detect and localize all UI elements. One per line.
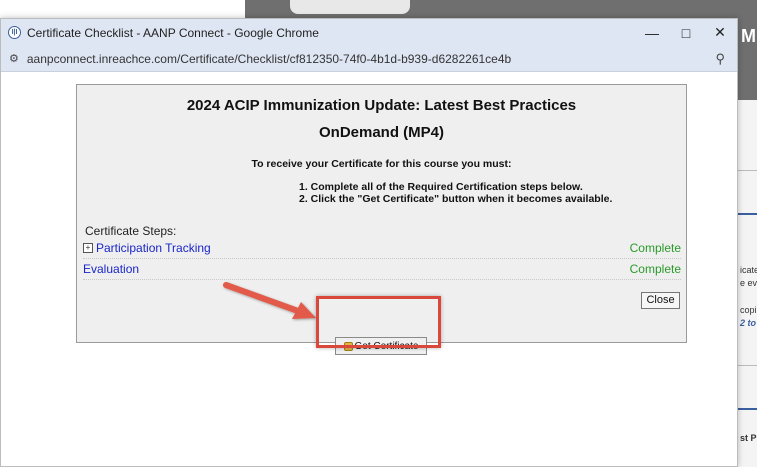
step-name[interactable]: Evaluation <box>83 262 139 276</box>
requirement-1: 1. Complete all of the Required Certific… <box>299 181 583 193</box>
url-text[interactable]: aanpconnect.inreachce.com/Certificate/Ch… <box>27 52 716 66</box>
step-link-participation[interactable]: + Participation Tracking <box>83 241 211 255</box>
zoom-icon[interactable]: ⚲ <box>715 51 725 67</box>
address-bar: ⚙ aanpconnect.inreachce.com/Certificate/… <box>1 46 737 72</box>
requirement-2: 2. Click the "Get Certificate" button wh… <box>299 193 613 205</box>
background-app-tab <box>290 0 410 14</box>
step-row-evaluation: Evaluation Complete <box>83 259 681 280</box>
course-title-line-2: OnDemand (MP4) <box>318 124 444 141</box>
step-row-participation: + Participation Tracking Complete <box>83 238 681 259</box>
close-window-icon[interactable]: ✕ <box>703 24 737 41</box>
course-title-line-1: 2024 ACIP Immunization Update: Latest Be… <box>186 97 577 114</box>
close-button[interactable]: Close <box>641 292 680 309</box>
background-snippet: icate <box>740 265 757 275</box>
maximize-icon[interactable]: □ <box>669 25 703 41</box>
site-favicon-icon: I|I <box>8 26 21 39</box>
expand-plus-icon[interactable]: + <box>83 243 93 253</box>
background-app-letter: M <box>741 26 756 46</box>
background-snippet: e ev <box>740 278 757 288</box>
instructions-text: To receive your Certificate for this cou… <box>251 158 512 170</box>
background-snippet: st P <box>740 433 757 443</box>
window-title: Certificate Checklist - AANP Connect - G… <box>27 25 319 40</box>
steps-label: Certificate Steps: <box>85 224 177 238</box>
step-status: Complete <box>629 262 681 276</box>
site-settings-icon[interactable]: ⚙ <box>9 52 19 65</box>
requirements-list: 1. Complete all of the Required Certific… <box>299 181 686 205</box>
step-status: Complete <box>629 241 681 255</box>
background-accent-line <box>738 408 757 410</box>
background-divider <box>738 170 757 171</box>
background-divider <box>738 365 757 366</box>
minimize-icon[interactable]: — <box>635 25 669 41</box>
background-accent-line <box>738 213 757 215</box>
background-snippet: 2 to <box>740 318 757 328</box>
popup-window: I|I Certificate Checklist - AANP Connect… <box>0 18 738 467</box>
background-snippet: copi <box>740 305 757 315</box>
annotation-highlight-box <box>316 296 441 348</box>
step-name[interactable]: Participation Tracking <box>96 241 211 255</box>
annotation-arrow-icon <box>223 282 316 319</box>
step-link-evaluation[interactable]: Evaluation <box>83 262 139 276</box>
title-bar: I|I Certificate Checklist - AANP Connect… <box>1 19 737 46</box>
course-title: 2024 ACIP Immunization Update: Latest Be… <box>77 92 686 146</box>
